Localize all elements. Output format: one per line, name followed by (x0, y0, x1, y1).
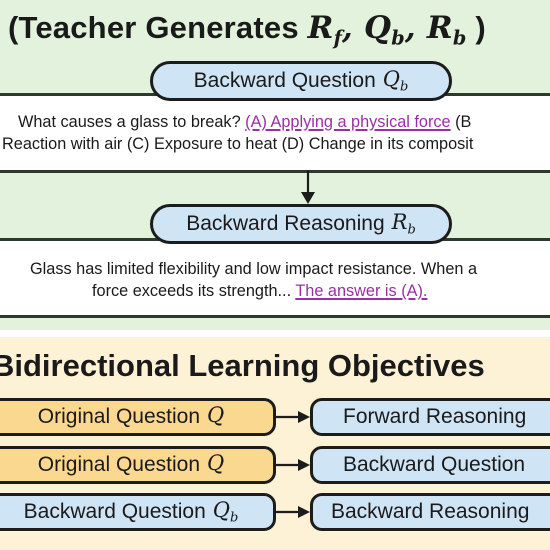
teacher-title-suffix: ) (475, 10, 486, 45)
correct-answer-highlight: (A) Applying a physical force (245, 113, 451, 131)
backward-reasoning-label: Backward Reasoning (186, 212, 385, 235)
backward-reasoning-line1: Glass has limited flexibility and low im… (30, 260, 478, 278)
teacher-title-math: Rf, Qb, Rb (307, 10, 467, 50)
objective-row3-right-box: Backward Reasoning (310, 493, 550, 531)
backward-reasoning-symbol: Rb (391, 210, 416, 238)
down-arrow-icon (301, 170, 315, 204)
backward-reasoning-line2: force exceeds its strength... The answer… (92, 282, 428, 300)
objectives-title: Bidirectional Learning Objectives (0, 348, 485, 383)
arrow-right-icon (276, 459, 310, 471)
teacher-title-prefix: (Teacher Generates (8, 10, 299, 45)
objective-row1-left-box: Original Question Q (0, 398, 276, 436)
arrow-right-icon (276, 506, 310, 518)
backward-question-line2: Reaction with air (C) Exposure to heat (… (2, 135, 474, 153)
objective-row2-left-box: Original Question Q (0, 446, 276, 484)
objective-row2-right-box: Backward Question (310, 446, 550, 484)
backward-question-line1: What causes a glass to break? (A) Applyi… (18, 113, 472, 131)
backward-question-pill: Backward Question Qb (150, 61, 452, 101)
arrow-right-icon (276, 411, 310, 423)
teacher-title: (Teacher Generates Rf, Qb, Rb ) (8, 10, 486, 50)
backward-question-symbol: Qb (382, 67, 409, 95)
objective-row3-left-box: Backward Question Qb (0, 493, 276, 531)
backward-question-label: Backward Question (193, 69, 376, 92)
answer-highlight: The answer is (A). (295, 282, 428, 300)
backward-reasoning-pill: Backward Reasoning Rb (150, 204, 452, 244)
objective-row1-right-box: Forward Reasoning (310, 398, 550, 436)
